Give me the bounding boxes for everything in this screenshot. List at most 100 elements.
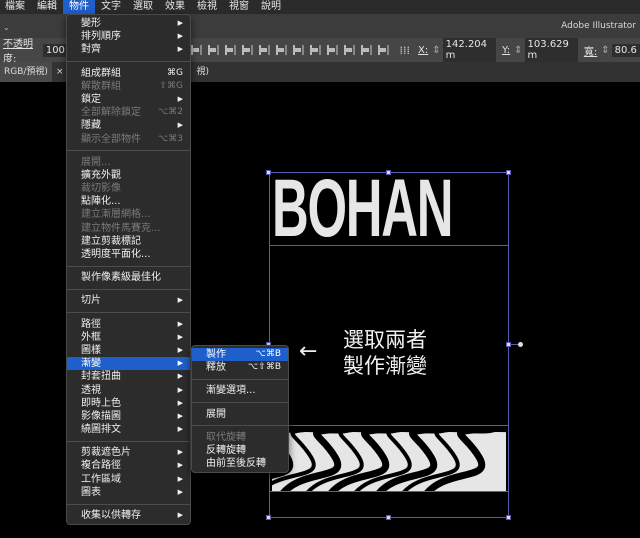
menu-item[interactable]: 排列順序 ▶: [67, 30, 190, 43]
distribute-bottom-icon[interactable]: [326, 45, 338, 55]
menu-item-label: 工作區域: [81, 473, 121, 485]
app-title: Adobe Illustrator: [561, 21, 636, 31]
menu-item-label: 建立剪裁標記: [81, 235, 141, 247]
menu-item[interactable]: 透視 ▶: [67, 384, 190, 397]
submenu-arrow-icon: ▶: [177, 359, 183, 368]
menu-item-label: 顯示全部物件: [81, 133, 141, 145]
reference-point-icon[interactable]: ⁞⁞⁞: [400, 44, 411, 57]
menu-item[interactable]: 組成群組 ⌘G: [67, 67, 190, 80]
menu-8[interactable]: 視窗: [223, 0, 255, 14]
menu-6[interactable]: 效果: [159, 0, 191, 14]
selection-handle[interactable]: [266, 170, 271, 175]
submenu-arrow-icon: ▶: [177, 121, 183, 130]
menu-item-label: 製作像素級最佳化: [81, 272, 161, 284]
distribute-right-icon[interactable]: [377, 45, 389, 55]
submenu-arrow-icon: ▶: [177, 332, 183, 341]
menu-item[interactable]: 釋放 ⌥⇧⌘B: [192, 361, 288, 374]
menu-item[interactable]: 對齊 ▶: [67, 43, 190, 56]
menu-4[interactable]: 文字: [95, 0, 127, 14]
menu-item[interactable]: 點陣化...: [67, 195, 190, 208]
distribute-middle-icon[interactable]: [309, 45, 321, 55]
menu-separator: [67, 503, 190, 505]
menu-item[interactable]: 擴充外觀: [67, 169, 190, 182]
menu-item[interactable]: 路徑 ▶: [67, 318, 190, 331]
menu-item[interactable]: 工作區域 ▶: [67, 473, 190, 486]
submenu-arrow-icon: ▶: [177, 385, 183, 394]
menu-item[interactable]: 漸變 ▶: [67, 357, 190, 371]
menu-item-label: 點陣化...: [81, 196, 121, 208]
align-right-icon[interactable]: [224, 45, 236, 55]
menu-item[interactable]: 鎖定 ▶: [67, 93, 190, 106]
menu-item[interactable]: 繞圖排文 ▶: [67, 423, 190, 436]
selection-handle[interactable]: [506, 170, 511, 175]
menu-item[interactable]: 剪裁遮色片 ▶: [67, 446, 190, 459]
width-input[interactable]: 80.6: [611, 43, 640, 57]
document-tab[interactable]: RGB/預視): [0, 62, 52, 82]
object-menu: 變形 ▶ 排列順序 ▶ 對齊 ▶ 組成群組 ⌘G 解散群組 ⇧⌘G 鎖定 ▶ 全部解除鎖定 ⌥⌘2 隱藏 ▶ 顯…: [66, 14, 191, 526]
distribute-top-icon[interactable]: [292, 45, 304, 55]
stepper-icon[interactable]: ⇕: [514, 45, 522, 56]
menu-item[interactable]: 展開: [192, 408, 288, 421]
menu-item[interactable]: 變形 ▶: [67, 17, 190, 30]
stepper-icon[interactable]: ⇕: [432, 45, 440, 56]
align-center-icon[interactable]: [207, 45, 219, 55]
menu-9[interactable]: 說明: [255, 0, 287, 14]
menu-item[interactable]: 即時上色 ▶: [67, 397, 190, 410]
align-left-icon[interactable]: [190, 45, 202, 55]
x-label: X:: [418, 44, 429, 56]
menu-item[interactable]: 封套扭曲 ▶: [67, 370, 190, 383]
menu-item-label: 圖樣: [81, 344, 101, 356]
blend-artwork: [272, 427, 506, 491]
menu-item[interactable]: 收集以供轉存 ▶: [67, 509, 190, 522]
menu-item: 取代旋轉: [192, 431, 288, 444]
menu-item[interactable]: 隱藏 ▶: [67, 119, 190, 132]
menu-item[interactable]: 複合路徑 ▶: [67, 459, 190, 472]
menu-item-label: 解散群組: [81, 80, 121, 92]
menu-3[interactable]: 物件: [63, 0, 95, 14]
menu-item[interactable]: 切片 ▶: [67, 294, 190, 307]
document-tab[interactable]: 視): [193, 62, 214, 82]
menu-item[interactable]: 圖樣 ▶: [67, 344, 190, 357]
menu-2[interactable]: 編輯: [31, 0, 63, 14]
menu-item-label: 切片: [81, 295, 101, 307]
menu-1[interactable]: 檔案: [0, 0, 31, 14]
distribute-center-icon[interactable]: [360, 45, 372, 55]
menu-item[interactable]: 圖表 ▶: [67, 486, 190, 499]
menu-item-label: 透視: [81, 384, 101, 396]
selection-handle[interactable]: [266, 515, 271, 520]
align-middle-icon[interactable]: [258, 45, 270, 55]
opacity-input[interactable]: 100: [42, 43, 68, 57]
menu-item[interactable]: 製作像素級最佳化: [67, 271, 190, 284]
align-top-icon[interactable]: [241, 45, 253, 55]
menu-item-label: 對齊: [81, 44, 101, 56]
distribute-left-icon[interactable]: [343, 45, 355, 55]
menu-bar: 檔案 編輯 物件 文字 選取 效果 檢視 視窗 說明: [0, 0, 640, 14]
menu-item[interactable]: 透明度平面化...: [67, 248, 190, 261]
selection-handle[interactable]: [386, 515, 391, 520]
menu-item[interactable]: 製作 ⌥⌘B: [192, 348, 288, 362]
selection-handle[interactable]: [506, 515, 511, 520]
x-input[interactable]: 142.204 m: [442, 38, 496, 62]
menu-item-label: 取代旋轉: [206, 431, 246, 443]
opacity-label: 不透明度:: [3, 39, 33, 65]
menu-7[interactable]: 檢視: [191, 0, 223, 14]
menu-item[interactable]: 反轉旋轉: [192, 444, 288, 457]
menu-item-label: 外框: [81, 331, 101, 343]
menu-item[interactable]: 影像描圖 ▶: [67, 410, 190, 423]
menu-item-label: 即時上色: [81, 397, 121, 409]
menu-item[interactable]: 漸變選項...: [192, 384, 288, 397]
stepper-icon[interactable]: ⇕: [601, 45, 609, 56]
menu-item[interactable]: 建立剪裁標記: [67, 235, 190, 248]
menu-item-label: 釋放: [206, 362, 226, 374]
submenu-arrow-icon: ▶: [177, 345, 183, 354]
submenu-arrow-icon: ▶: [177, 474, 183, 483]
chevron-down-icon[interactable]: ⌄: [3, 23, 10, 32]
rotate-handle-dot[interactable]: [518, 342, 523, 347]
menu-item-label: 全部解除鎖定: [81, 107, 141, 119]
y-input[interactable]: 103.629 m: [524, 38, 578, 62]
menu-item[interactable]: 由前至後反轉: [192, 457, 288, 470]
menu-5[interactable]: 選取: [127, 0, 159, 14]
align-bottom-icon[interactable]: [275, 45, 287, 55]
submenu-arrow-icon: ▶: [177, 461, 183, 470]
menu-item[interactable]: 外框 ▶: [67, 331, 190, 344]
